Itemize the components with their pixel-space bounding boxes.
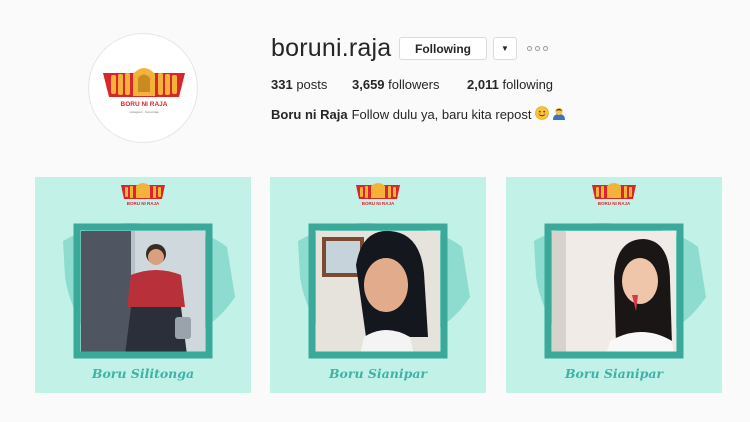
posts-count-label: posts [296, 77, 328, 92]
person-bowing-emoji-icon [552, 106, 566, 123]
post-caption: Boru Sianipar [564, 366, 664, 381]
followers-count[interactable]: 3,659 followers [352, 77, 439, 92]
bio-text: Follow dulu ya, baru kita repost [351, 107, 532, 122]
post-thumbnail[interactable]: BORU NI RAJA Boru Silitonga [35, 177, 251, 393]
avatar-logo-text: BORU NI RAJA [121, 101, 168, 108]
post-thumbnail[interactable]: BORU NI RAJA Boru Sianipar [506, 177, 722, 393]
post-thumbnail[interactable]: BORU NI RAJA Boru Sianipar [270, 177, 486, 393]
post-image: BORU NI RAJA [63, 183, 235, 359]
profile-username: boruni.raja [271, 34, 392, 62]
smiling-face-emoji-icon [534, 106, 549, 123]
posts-count-value: 331 [271, 77, 293, 92]
boru-ni-raja-logo: BORU NI RAJA [356, 183, 400, 206]
following-count[interactable]: 2,011 following [467, 77, 553, 92]
post-logo-text: BORU NI RAJA [598, 201, 631, 206]
post-caption: Boru Silitonga [91, 366, 195, 381]
profile-bio: Boru ni Raja Follow dulu ya, baru kita r… [271, 106, 566, 123]
post-logo-text: BORU NI RAJA [362, 201, 395, 206]
chevron-down-icon: ▼ [501, 44, 509, 53]
following-button[interactable]: Following [399, 37, 487, 60]
bio-name: Boru ni Raja [271, 107, 348, 122]
avatar-logo-subtext: instagram · boruniraja [129, 110, 159, 114]
following-count-label: following [502, 77, 554, 92]
boru-ni-raja-logo: BORU NI RAJA instagram · boruniraja [103, 68, 185, 114]
post-caption: Boru Sianipar [328, 366, 428, 381]
suggestions-dropdown-button[interactable]: ▼ [493, 37, 517, 60]
profile-avatar[interactable]: BORU NI RAJA instagram · boruniraja [88, 33, 198, 143]
boru-ni-raja-logo: BORU NI RAJA [121, 183, 165, 206]
boru-ni-raja-logo: BORU NI RAJA [592, 183, 636, 206]
following-count-value: 2,011 [467, 77, 499, 92]
post-image: BORU NI RAJA [298, 183, 470, 359]
followers-count-label: followers [388, 77, 440, 92]
more-options-icon[interactable] [527, 41, 548, 55]
post-logo-text: BORU NI RAJA [127, 201, 160, 206]
post-image: BORU NI RAJA [534, 183, 706, 359]
posts-count: 331 posts [271, 77, 327, 92]
followers-count-value: 3,659 [352, 77, 385, 92]
